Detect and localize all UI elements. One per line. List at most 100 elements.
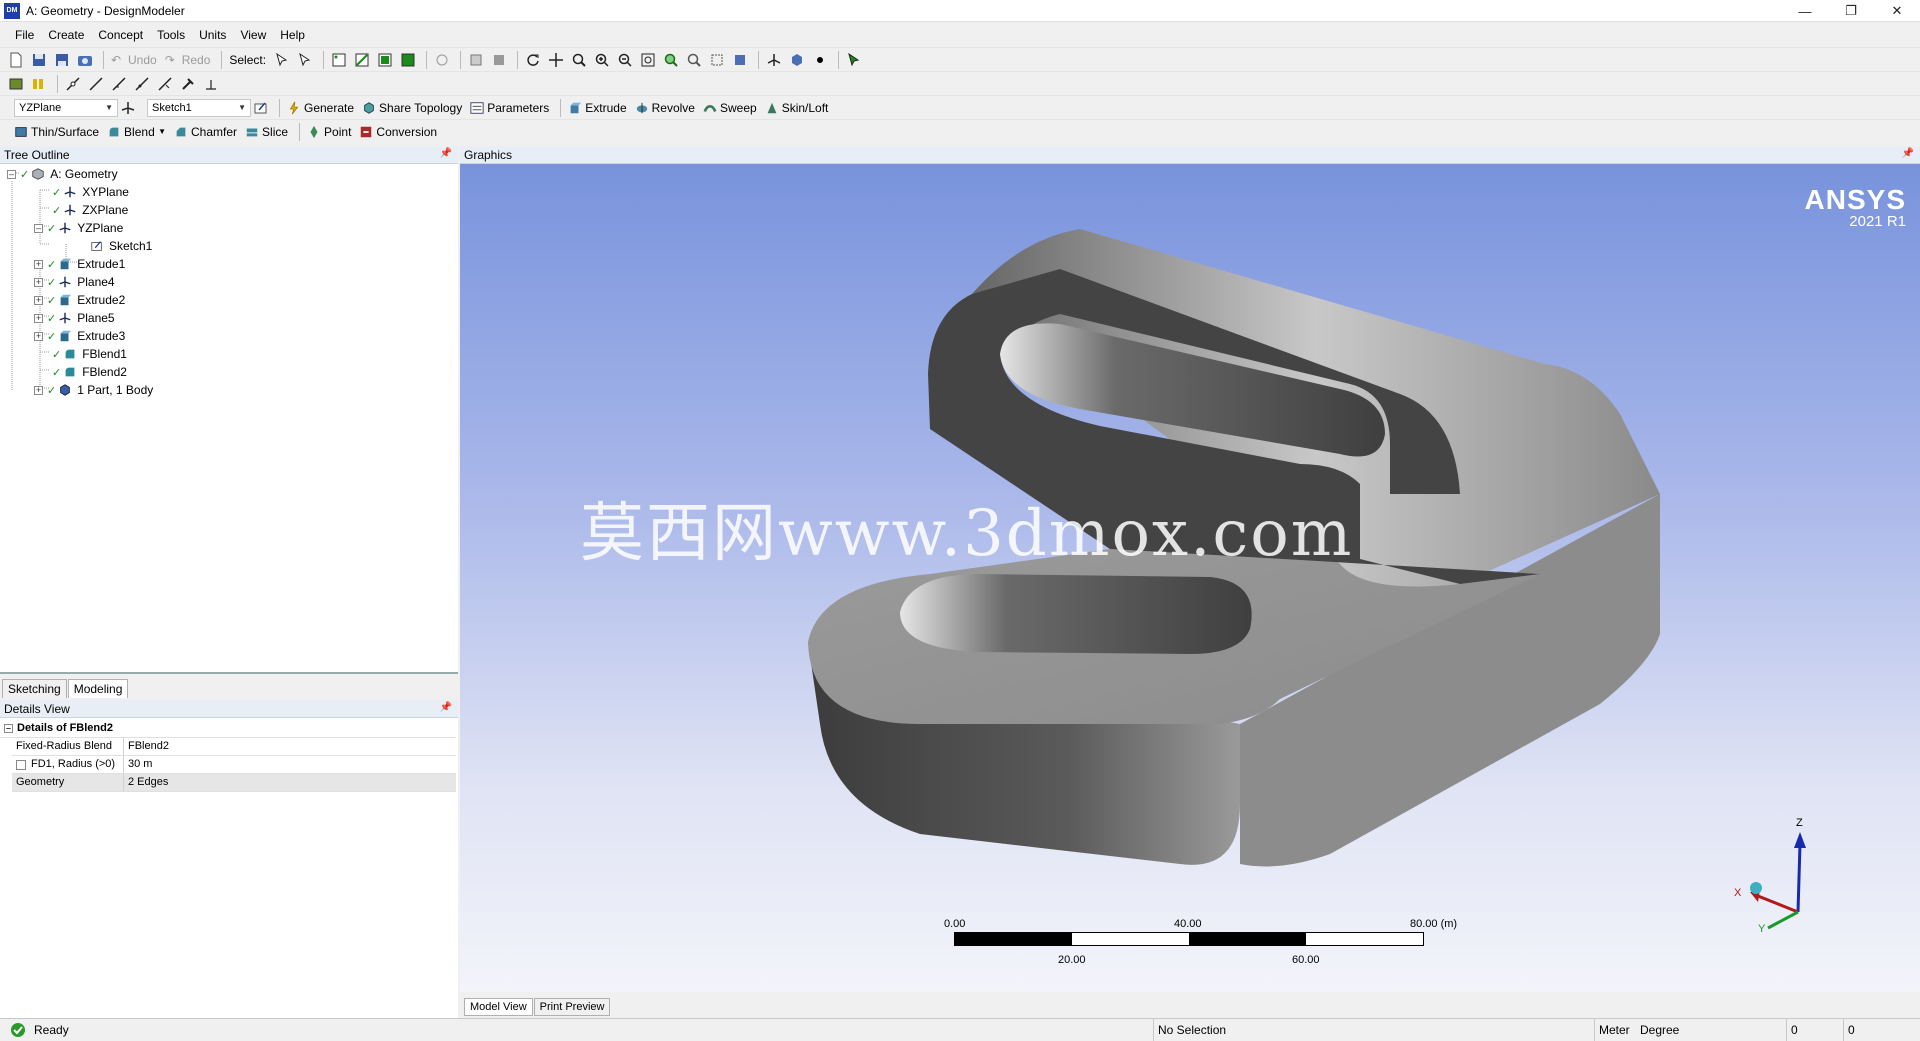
axis-triad[interactable]: Z X Y bbox=[1720, 814, 1830, 934]
select-faces-icon[interactable] bbox=[375, 50, 395, 70]
tree-item-geometry[interactable]: – ✓ A: Geometry bbox=[7, 165, 118, 183]
extrude-icon bbox=[60, 258, 72, 270]
new-plane-icon[interactable] bbox=[118, 98, 138, 118]
edge-vertex-icon[interactable] bbox=[109, 74, 129, 94]
tree-item-xyplane[interactable]: ✓ XYPlane bbox=[52, 183, 129, 201]
menu-tools[interactable]: Tools bbox=[150, 24, 192, 46]
zoom-icon[interactable] bbox=[569, 50, 589, 70]
tree-item-plane5[interactable]: + ✓ Plane5 bbox=[34, 309, 115, 327]
details-row-geometry[interactable]: Geometry 2 Edges bbox=[12, 774, 456, 792]
minimize-button[interactable]: — bbox=[1782, 0, 1828, 22]
menu-view[interactable]: View bbox=[233, 24, 273, 46]
tree-outline: – ✓ A: Geometry ✓ XYPlane ✓ ZXPlane – ✓ YZ… bbox=[0, 164, 458, 672]
save-as-icon[interactable] bbox=[52, 50, 72, 70]
screenshot-icon[interactable] bbox=[75, 50, 95, 70]
new-icon[interactable] bbox=[6, 50, 26, 70]
tab-model-view[interactable]: Model View bbox=[464, 998, 533, 1016]
scale-label-60: 60.00 bbox=[1292, 954, 1320, 966]
rotate-icon[interactable] bbox=[523, 50, 543, 70]
select-filter-icon[interactable] bbox=[295, 50, 315, 70]
pin-icon[interactable]: 📌 bbox=[440, 702, 452, 713]
plane-combo[interactable]: YZPlane ▼ bbox=[14, 98, 118, 117]
edge-joint-icon[interactable] bbox=[132, 74, 152, 94]
next-view-icon[interactable] bbox=[730, 50, 750, 70]
tree-item-yzplane[interactable]: – ✓ YZPlane bbox=[34, 219, 123, 237]
tree-item-fblend1[interactable]: ✓ FBlend1 bbox=[52, 345, 127, 363]
display-point-icon[interactable] bbox=[810, 50, 830, 70]
chamfer-button[interactable]: Chamfer bbox=[172, 122, 243, 142]
edge-mesh-icon[interactable] bbox=[155, 74, 175, 94]
generate-button[interactable]: Generate bbox=[285, 98, 360, 118]
pin-icon[interactable]: 📌 bbox=[1902, 148, 1914, 159]
isometric-view-icon[interactable] bbox=[764, 50, 784, 70]
extrude-button[interactable]: Extrude bbox=[566, 98, 632, 118]
face-edge-color-icon[interactable] bbox=[6, 74, 26, 94]
model-3d[interactable] bbox=[460, 164, 1920, 992]
close-button[interactable]: ✕ bbox=[1874, 0, 1920, 22]
edge-knob-icon[interactable] bbox=[63, 74, 83, 94]
menu-units[interactable]: Units bbox=[192, 24, 233, 46]
menu-help[interactable]: Help bbox=[273, 24, 312, 46]
tab-modeling[interactable]: Modeling bbox=[67, 679, 129, 698]
share-topology-button[interactable]: Share Topology bbox=[360, 98, 468, 118]
tree-item-zxplane[interactable]: ✓ ZXPlane bbox=[52, 201, 128, 219]
conversion-button[interactable]: Conversion bbox=[357, 122, 443, 142]
blend-button[interactable]: Blend ▼ bbox=[105, 122, 172, 142]
tab-print-preview[interactable]: Print Preview bbox=[533, 998, 611, 1016]
pin-line-icon[interactable] bbox=[178, 74, 198, 94]
tree-item-plane4[interactable]: + ✓ Plane4 bbox=[34, 273, 115, 291]
revolve-button[interactable]: Revolve bbox=[633, 98, 701, 118]
tree-item-extrude3[interactable]: + ✓ Extrude3 bbox=[34, 327, 125, 345]
tree-item-fblend2[interactable]: ✓ FBlend2 bbox=[52, 363, 127, 381]
zoom-fit-icon[interactable] bbox=[638, 50, 658, 70]
thin-surface-button[interactable]: Thin/Surface bbox=[12, 122, 105, 142]
status-selection: No Selection bbox=[1153, 1019, 1593, 1041]
details-title-row[interactable]: – Details of FBlend2 bbox=[0, 720, 456, 738]
select-bodies-icon[interactable] bbox=[398, 50, 418, 70]
zoom-in-icon[interactable] bbox=[592, 50, 612, 70]
slice-button[interactable]: Slice bbox=[243, 122, 294, 142]
tree-item-extrude1[interactable]: + ✓ Extrude1 bbox=[34, 255, 125, 273]
pin-icon[interactable]: 📌 bbox=[440, 148, 452, 159]
display-model-icon[interactable] bbox=[787, 50, 807, 70]
zoom-to-fit-icon[interactable] bbox=[661, 50, 681, 70]
redo-button[interactable]: ↷ Redo bbox=[163, 50, 217, 70]
save-icon[interactable] bbox=[29, 50, 49, 70]
details-row-radius[interactable]: FD1, Radius (>0) 30 m bbox=[12, 756, 456, 774]
sweep-button[interactable]: Sweep bbox=[701, 98, 763, 118]
menu-concept[interactable]: Concept bbox=[91, 24, 150, 46]
new-sketch-icon[interactable] bbox=[251, 98, 271, 118]
hide-icon[interactable] bbox=[489, 50, 509, 70]
point-button[interactable]: Point bbox=[305, 122, 357, 142]
sketch-combo[interactable]: Sketch1 ▼ bbox=[147, 98, 251, 117]
tree-item-sketch1[interactable]: Sketch1 bbox=[90, 237, 152, 255]
graphics-viewport[interactable]: ANSYS 2021 R1 莫西网www.3dmox.com 0.00 40.0… bbox=[460, 164, 1920, 992]
scale-label-80: 80.00 (m) bbox=[1410, 918, 1458, 930]
zoom-out-icon[interactable] bbox=[615, 50, 635, 70]
magnifier-icon[interactable] bbox=[684, 50, 704, 70]
menu-create[interactable]: Create bbox=[41, 24, 91, 46]
select-mode-icon[interactable] bbox=[272, 50, 292, 70]
undo-button[interactable]: ↶ Undo bbox=[109, 50, 163, 70]
tree-item-extrude2[interactable]: + ✓ Extrude2 bbox=[34, 291, 125, 309]
skin-loft-button[interactable]: Skin/Loft bbox=[763, 98, 835, 118]
menu-file[interactable]: File bbox=[8, 24, 41, 46]
zoom-box-icon[interactable] bbox=[466, 50, 486, 70]
normal-line-icon[interactable] bbox=[201, 74, 221, 94]
details-row-blend[interactable]: Fixed-Radius Blend FBlend2 bbox=[12, 738, 456, 756]
pan-icon[interactable] bbox=[546, 50, 566, 70]
display-toggle-icon[interactable] bbox=[29, 74, 49, 94]
parameter-checkbox[interactable] bbox=[16, 759, 26, 770]
extend-selection-icon[interactable] bbox=[432, 50, 452, 70]
status-units-angle: Degree bbox=[1640, 1023, 1680, 1037]
parameters-button[interactable]: Parameters bbox=[468, 98, 555, 118]
status-bar: Ready No Selection Meter Degree 0 0 bbox=[0, 1018, 1920, 1041]
restore-button[interactable]: ❐ bbox=[1828, 0, 1874, 22]
select-points-icon[interactable] bbox=[329, 50, 349, 70]
tree-item-part-body[interactable]: + ✓ 1 Part, 1 Body bbox=[34, 381, 153, 399]
tab-sketching[interactable]: Sketching bbox=[2, 679, 67, 698]
previous-view-icon[interactable] bbox=[707, 50, 727, 70]
help-pointer-icon[interactable] bbox=[844, 50, 864, 70]
select-edges-icon[interactable] bbox=[352, 50, 372, 70]
edge-direction-icon[interactable] bbox=[86, 74, 106, 94]
